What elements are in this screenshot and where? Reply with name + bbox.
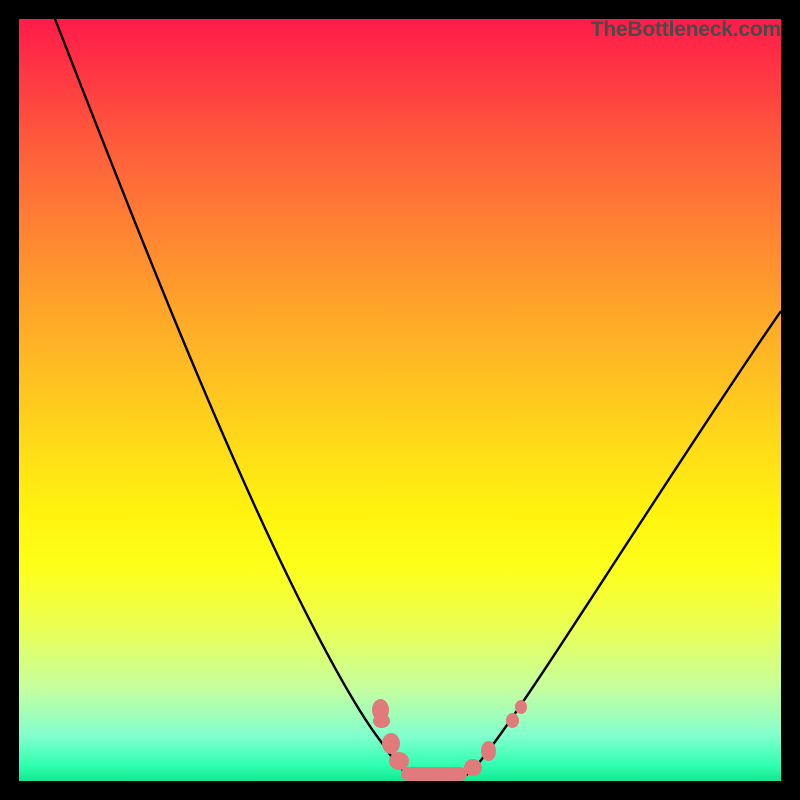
marker-left-cluster-upper [373,714,390,728]
marker-left-cluster-bottom [389,752,409,770]
marker-left-cluster-lower [382,733,400,754]
chart-frame: TheBottleneck.com [0,0,800,800]
curve-layer [19,19,781,781]
marker-right-high2 [515,700,527,714]
marker-right-high1 [506,713,519,728]
curve-left-branch [55,19,414,778]
curve-right-branch [461,311,781,778]
marker-right-low [464,759,482,776]
marker-right-mid [481,741,496,761]
marker-floor-pill [401,767,467,781]
plot-area [19,19,781,781]
